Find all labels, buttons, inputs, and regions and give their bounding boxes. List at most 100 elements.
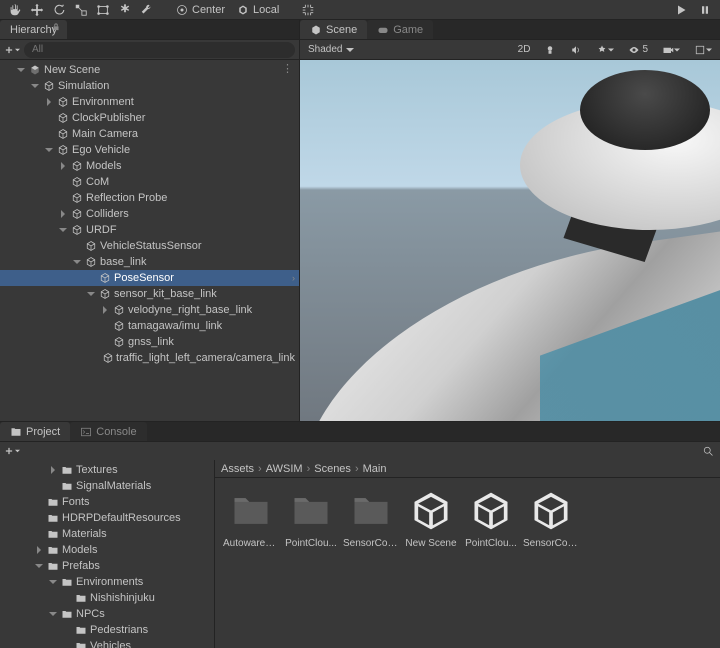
lighting-toggle-button[interactable] bbox=[540, 42, 560, 58]
expand-arrow-icon[interactable] bbox=[44, 145, 54, 155]
hierarchy-item[interactable]: traffic_light_left_camera/camera_link bbox=[0, 350, 299, 366]
expand-arrow-icon[interactable] bbox=[72, 257, 82, 267]
project-tree-item[interactable]: Fonts bbox=[0, 494, 214, 510]
project-tree-item[interactable]: Pedestrians bbox=[0, 622, 214, 638]
expand-arrow-icon[interactable] bbox=[48, 609, 58, 619]
expand-arrow-icon[interactable] bbox=[44, 97, 54, 107]
project-tree-item[interactable]: HDRPDefaultResources bbox=[0, 510, 214, 526]
project-tree-item[interactable]: Nishishinjuku bbox=[0, 590, 214, 606]
project-tree-item[interactable]: Vehicles bbox=[0, 638, 214, 648]
hierarchy-item[interactable]: Environment bbox=[0, 94, 299, 110]
expand-arrow-icon[interactable] bbox=[34, 561, 44, 571]
project-search-button[interactable] bbox=[700, 443, 716, 459]
file-item[interactable]: AutowareS... bbox=[223, 486, 279, 549]
create-button[interactable] bbox=[4, 42, 20, 58]
breadcrumb-item[interactable]: AWSIM bbox=[266, 463, 303, 475]
2d-toggle-button[interactable]: 2D bbox=[514, 42, 535, 58]
file-item[interactable]: SensorConf... bbox=[523, 486, 579, 549]
hierarchy-item-label: Main Camera bbox=[72, 128, 138, 140]
hierarchy-item[interactable]: Models bbox=[0, 158, 299, 174]
scene-menu-button[interactable]: ⋮ bbox=[282, 62, 293, 75]
project-create-button[interactable] bbox=[4, 443, 20, 459]
project-tree-item[interactable]: Models bbox=[0, 542, 214, 558]
hierarchy-item[interactable]: CoM bbox=[0, 174, 299, 190]
hierarchy-item[interactable]: ClockPublisher bbox=[0, 110, 299, 126]
transform-tool-button[interactable] bbox=[114, 1, 136, 19]
project-tree-item[interactable]: Textures bbox=[0, 462, 214, 478]
scene-tab[interactable]: Scene bbox=[300, 20, 367, 39]
file-item[interactable]: SensorConf... bbox=[343, 486, 399, 549]
expand-arrow-icon[interactable] bbox=[58, 225, 68, 235]
rotate-tool-button[interactable] bbox=[48, 1, 70, 19]
prefab-open-chevron-icon[interactable]: › bbox=[292, 273, 295, 283]
hierarchy-item[interactable]: URDF bbox=[0, 222, 299, 238]
hierarchy-item[interactable]: Main Camera bbox=[0, 126, 299, 142]
expand-arrow-icon[interactable] bbox=[48, 465, 58, 475]
hierarchy-item[interactable]: VehicleStatusSensor bbox=[0, 238, 299, 254]
project-header bbox=[0, 442, 720, 460]
hierarchy-item[interactable]: gnss_link bbox=[0, 334, 299, 350]
scene-viewport[interactable] bbox=[300, 60, 720, 421]
hierarchy-item[interactable]: base_link bbox=[0, 254, 299, 270]
hierarchy-item[interactable]: Simulation bbox=[0, 78, 299, 94]
expand-arrow-icon[interactable] bbox=[48, 577, 58, 587]
play-button[interactable] bbox=[670, 1, 692, 19]
shading-mode-dropdown[interactable]: Shaded bbox=[304, 42, 364, 58]
project-tree[interactable]: TexturesSignalMaterialsFontsHDRPDefaultR… bbox=[0, 460, 215, 648]
project-tree-item[interactable]: Environments bbox=[0, 574, 214, 590]
project-tree-label: Models bbox=[62, 544, 97, 556]
gizmos-button[interactable] bbox=[690, 42, 716, 58]
camera-settings-button[interactable] bbox=[658, 42, 684, 58]
hand-tool-button[interactable] bbox=[4, 1, 26, 19]
expand-arrow-icon[interactable] bbox=[30, 81, 40, 91]
project-tree-item[interactable]: NPCs bbox=[0, 606, 214, 622]
rect-tool-button[interactable] bbox=[92, 1, 114, 19]
hierarchy-item[interactable]: PoseSensor› bbox=[0, 270, 299, 286]
console-tab[interactable]: Console bbox=[70, 422, 146, 441]
fx-toggle-button[interactable] bbox=[592, 42, 618, 58]
folder-icon bbox=[60, 607, 74, 621]
expand-arrow-icon[interactable] bbox=[100, 305, 110, 315]
pivot-mode-button[interactable]: Center bbox=[170, 1, 231, 19]
hierarchy-tab[interactable]: Hierarchy bbox=[0, 20, 67, 39]
breadcrumb-item[interactable]: Main bbox=[363, 463, 387, 475]
hierarchy-item[interactable]: sensor_kit_base_link bbox=[0, 286, 299, 302]
file-grid[interactable]: AutowareS...PointClou...SensorConf...New… bbox=[215, 478, 720, 648]
snap-button[interactable] bbox=[297, 1, 319, 19]
pivot-rotation-button[interactable]: Local bbox=[231, 1, 285, 19]
hierarchy-search-input[interactable] bbox=[24, 42, 295, 58]
expand-arrow-icon[interactable] bbox=[86, 289, 96, 299]
hierarchy-item[interactable]: velodyne_right_base_link bbox=[0, 302, 299, 318]
project-tree-label: Environments bbox=[76, 576, 143, 588]
panel-lock-button[interactable] bbox=[51, 22, 61, 32]
audio-toggle-button[interactable] bbox=[566, 42, 586, 58]
breadcrumb-item[interactable]: Assets bbox=[221, 463, 254, 475]
expand-arrow-icon[interactable] bbox=[34, 545, 44, 555]
expand-arrow-icon[interactable] bbox=[58, 161, 68, 171]
custom-tool-button[interactable] bbox=[136, 1, 158, 19]
hierarchy-item[interactable]: Ego Vehicle bbox=[0, 142, 299, 158]
file-item[interactable]: PointClou... bbox=[463, 486, 519, 549]
file-item[interactable]: PointClou... bbox=[283, 486, 339, 549]
scale-tool-button[interactable] bbox=[70, 1, 92, 19]
file-item[interactable]: New Scene bbox=[403, 486, 459, 549]
hierarchy-item[interactable]: New Scene bbox=[0, 62, 299, 78]
hierarchy-tree[interactable]: ⋮ New SceneSimulation Environment ClockPub… bbox=[0, 60, 299, 421]
project-tree-item[interactable]: SignalMaterials bbox=[0, 478, 214, 494]
project-tree-item[interactable]: Materials bbox=[0, 526, 214, 542]
project-tree-item[interactable]: Prefabs bbox=[0, 558, 214, 574]
breadcrumb: Assets›AWSIM›Scenes›Main bbox=[215, 460, 720, 478]
hierarchy-item[interactable]: Reflection Probe bbox=[0, 190, 299, 206]
breadcrumb-item[interactable]: Scenes bbox=[314, 463, 351, 475]
project-tab[interactable]: Project bbox=[0, 422, 70, 441]
hierarchy-item-label: Environment bbox=[72, 96, 134, 108]
expand-arrow-icon[interactable] bbox=[16, 65, 26, 75]
hierarchy-item[interactable]: tamagawa/imu_link bbox=[0, 318, 299, 334]
visibility-toggle-button[interactable]: 5 bbox=[624, 42, 652, 58]
move-tool-button[interactable] bbox=[26, 1, 48, 19]
file-label: SensorConf... bbox=[343, 538, 399, 549]
game-tab[interactable]: Game bbox=[367, 20, 433, 39]
hierarchy-item[interactable]: Colliders bbox=[0, 206, 299, 222]
pause-button[interactable] bbox=[694, 1, 716, 19]
expand-arrow-icon[interactable] bbox=[58, 209, 68, 219]
